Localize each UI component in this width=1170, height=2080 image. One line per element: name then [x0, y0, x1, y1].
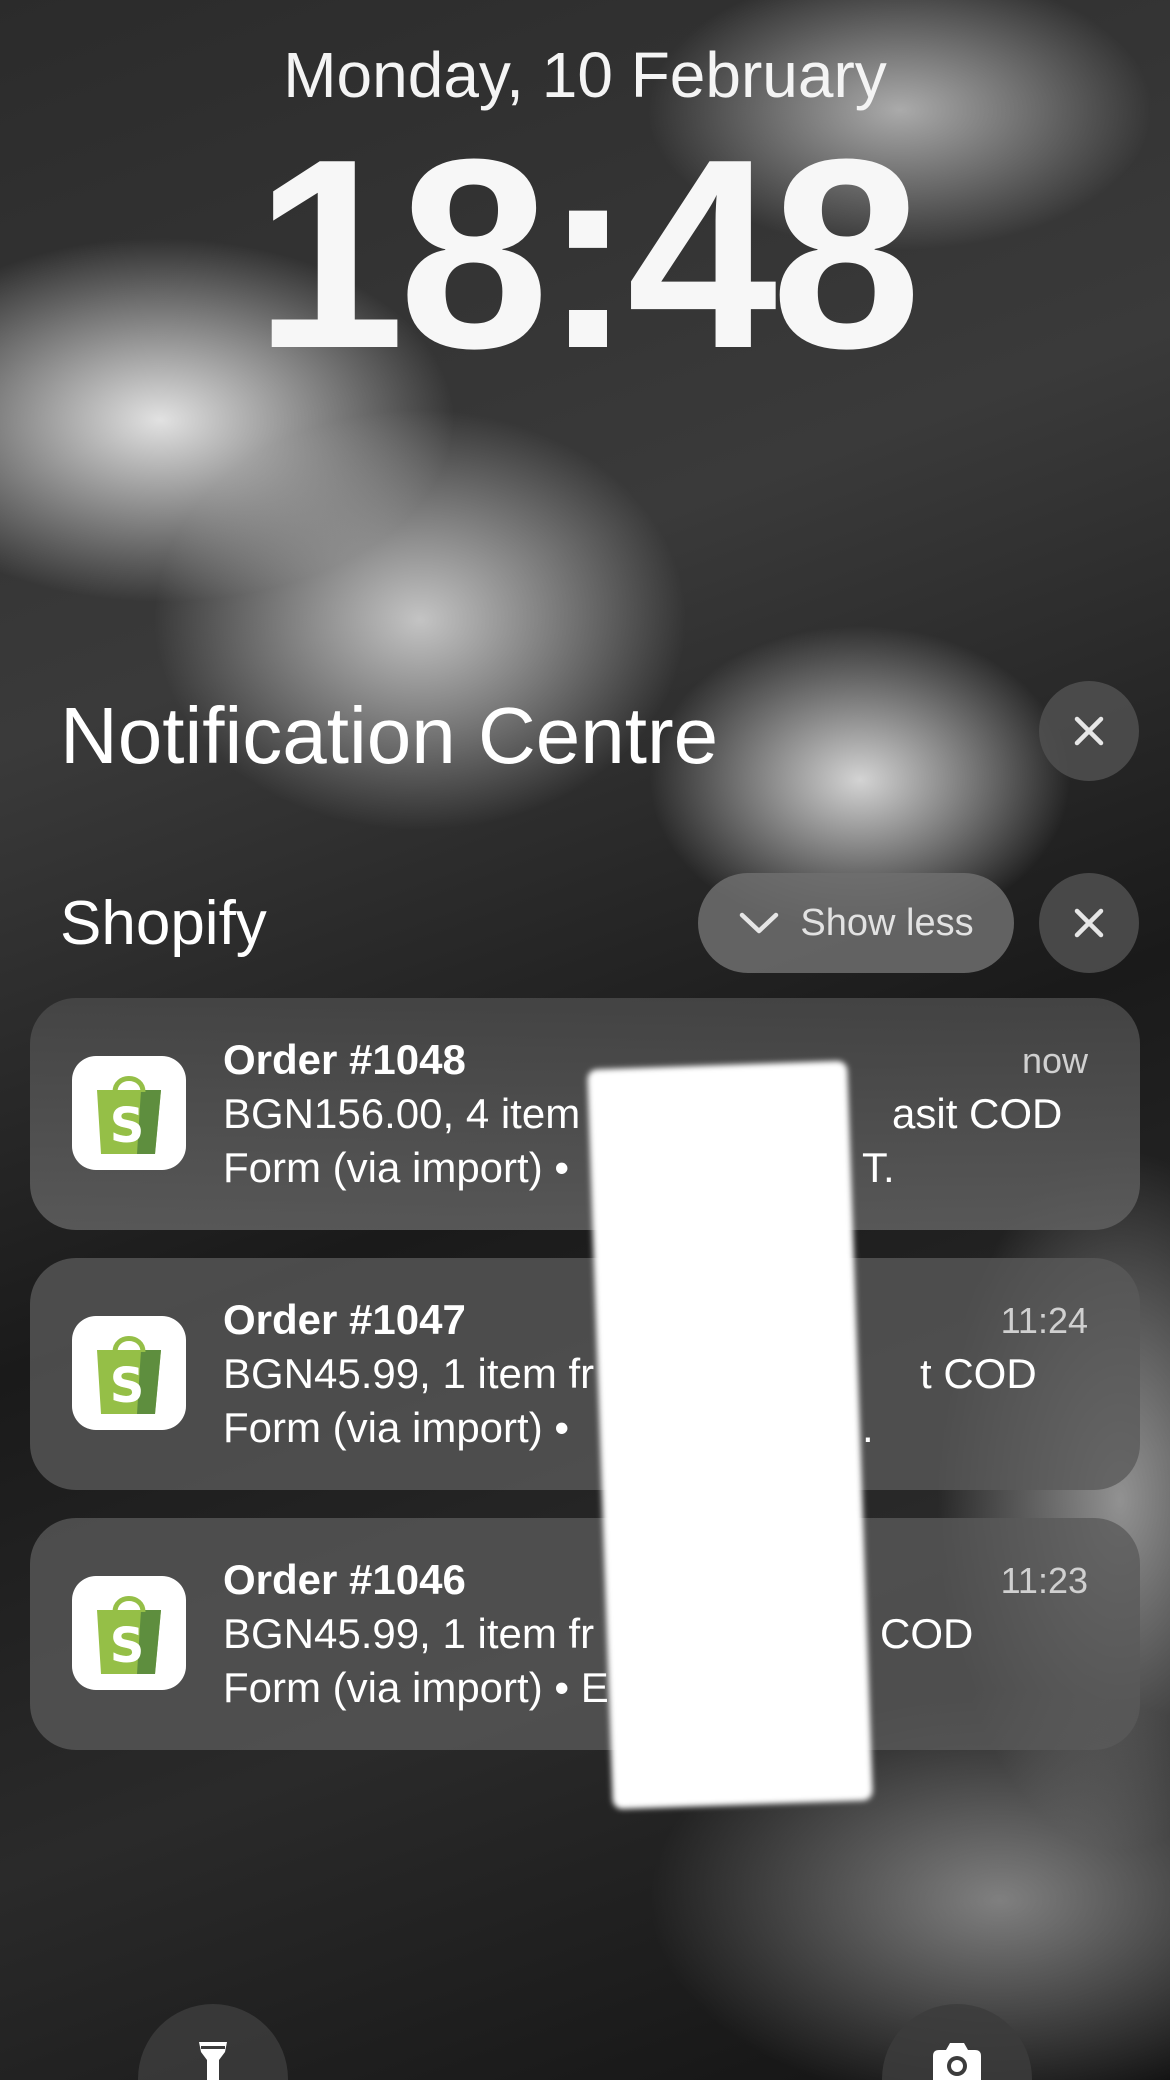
notification-body-line1: BGN45.99, 1 item fr	[223, 1350, 595, 1397]
notification-title: Order #1046	[223, 1556, 466, 1603]
shopify-icon: S	[72, 1056, 186, 1170]
lock-screen: Monday, 10 February 18:48 Notification C…	[0, 0, 1170, 2080]
notification-body-line1: BGN156.00, 4 item	[223, 1090, 581, 1137]
notification-card[interactable]: S Order #1048 now BGN156.00, 4 item asit…	[30, 998, 1140, 1230]
camera-icon	[933, 2043, 981, 2080]
svg-text:S: S	[110, 1098, 145, 1154]
notification-title: Order #1048	[223, 1036, 466, 1083]
clear-all-button[interactable]	[1039, 681, 1139, 781]
chevron-down-icon	[740, 912, 779, 934]
redaction-overlay	[587, 1060, 873, 1810]
lock-time: 18:48	[254, 104, 922, 405]
notification-time: now	[1021, 1040, 1088, 1081]
notification-body-line1: BGN45.99, 1 item fr	[223, 1610, 595, 1657]
show-less-button[interactable]: Show less	[698, 873, 1014, 973]
flashlight-icon	[199, 2042, 227, 2080]
close-icon	[1074, 908, 1104, 938]
clear-group-button[interactable]	[1039, 873, 1139, 973]
notification-body-line1-tail: asit COD	[892, 1090, 1063, 1137]
notification-body-line2: Form (via import) • E	[223, 1664, 609, 1711]
notification-body-line2-tail: .	[862, 1404, 874, 1451]
lock-date: Monday, 10 February	[283, 39, 887, 111]
notification-body-line2: Form (via import) •	[223, 1404, 570, 1451]
close-icon	[1074, 716, 1104, 746]
notification-body-line2: Form (via import) •	[223, 1144, 570, 1191]
shopify-icon: S	[72, 1316, 186, 1430]
notification-body-line1-tail: COD	[880, 1610, 974, 1657]
notification-body-line1-tail: t COD	[920, 1350, 1037, 1397]
shopify-icon: S	[72, 1576, 186, 1690]
notification-title: Order #1047	[223, 1296, 466, 1343]
svg-text:S: S	[110, 1358, 145, 1414]
show-less-label: Show less	[800, 901, 974, 944]
notification-body-line2-tail: T.	[862, 1144, 895, 1191]
notification-card[interactable]: S Order #1047 11:24 BGN45.99, 1 item fr …	[30, 1258, 1140, 1490]
notification-time: 11:24	[1000, 1300, 1088, 1341]
notification-time: 11:23	[1000, 1560, 1088, 1601]
svg-text:S: S	[110, 1618, 145, 1674]
group-app-name: Shopify	[60, 889, 267, 958]
notification-card[interactable]: S Order #1046 11:23 BGN45.99, 1 item fr …	[30, 1518, 1140, 1750]
notification-centre-title: Notification Centre	[60, 691, 719, 780]
